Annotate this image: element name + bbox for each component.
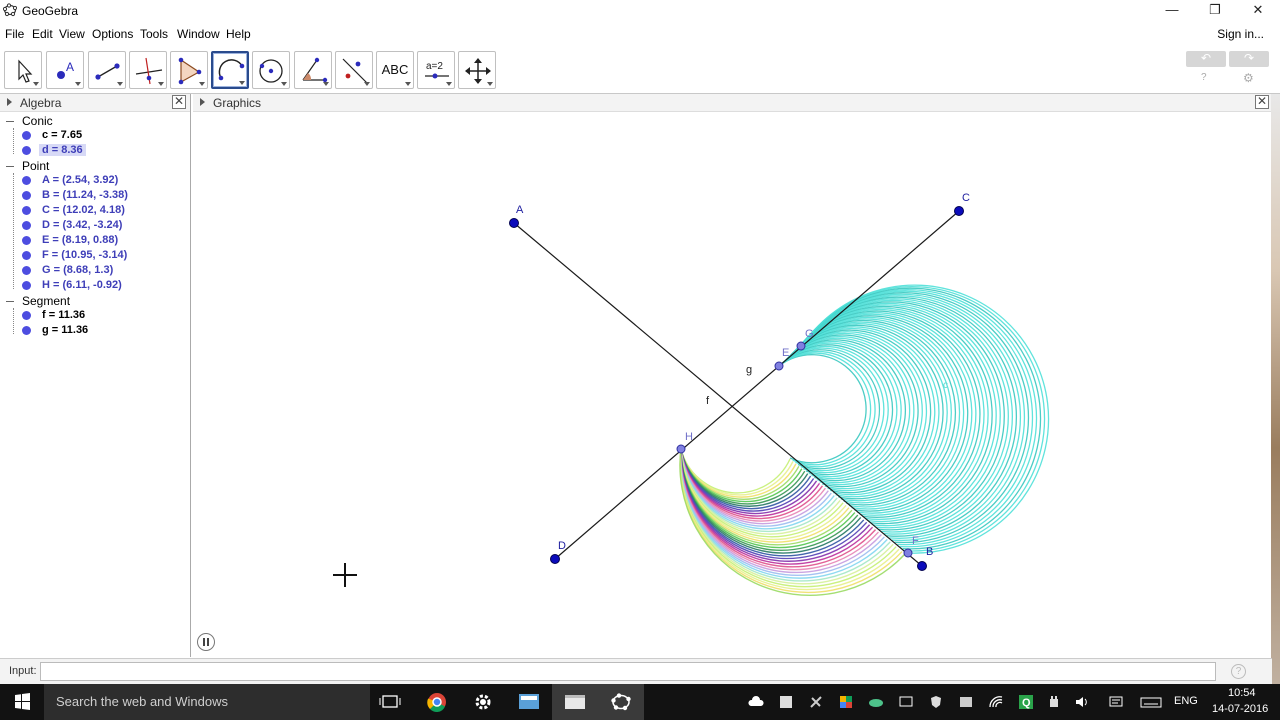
group-conic[interactable]: Conic — [6, 114, 53, 128]
move-tool-button[interactable] — [4, 51, 42, 89]
restore-button[interactable]: ❐ — [1193, 0, 1237, 22]
graphics-title: Graphics — [213, 96, 262, 110]
close-algebra-button[interactable]: ✕ — [172, 95, 186, 109]
visibility-dot-icon[interactable] — [22, 251, 31, 260]
menu-window[interactable]: Window — [177, 27, 220, 41]
reflect-tool-button[interactable] — [335, 51, 373, 89]
geogebra-taskbar-icon[interactable] — [598, 684, 644, 720]
settings-gear-icon[interactable] — [460, 684, 506, 720]
search-placeholder: Search the web and Windows — [56, 694, 228, 709]
pause-animation-button[interactable] — [197, 633, 215, 651]
tray-q-icon[interactable]: Q — [1018, 694, 1034, 710]
clock-date[interactable]: 14-07-2016 — [1212, 703, 1268, 715]
move-graphics-tool-button[interactable] — [458, 51, 496, 89]
tray-monitor-icon[interactable] — [898, 694, 914, 710]
visibility-dot-icon[interactable] — [22, 311, 31, 320]
tray-color-icon[interactable] — [838, 694, 854, 710]
slider-tool-label: a=2 — [426, 61, 443, 72]
group-point-label: Point — [22, 159, 50, 173]
text-tool-button[interactable]: ABC — [376, 51, 414, 89]
visibility-dot-icon[interactable] — [22, 131, 31, 140]
menu-bar: File Edit View Options Tools Window Help… — [0, 24, 1280, 44]
windows-taskbar: Search the web and Windows Q ENG 10:54 1… — [0, 684, 1280, 720]
polygon-tool-button[interactable] — [170, 51, 208, 89]
tray-gamepad-icon[interactable] — [868, 694, 884, 710]
circular-arc-tool-button[interactable] — [211, 51, 249, 89]
visibility-dot-icon[interactable] — [22, 236, 31, 245]
input-field[interactable] — [40, 662, 1216, 681]
windows-start-button[interactable] — [0, 684, 44, 720]
circular-arc-icon — [218, 59, 245, 81]
menu-file[interactable]: File — [5, 27, 24, 41]
geogebra-logo-icon — [3, 3, 17, 17]
wifi-icon[interactable] — [988, 694, 1004, 710]
sign-in-link[interactable]: Sign in... — [1217, 27, 1264, 41]
tray-tool-icon[interactable] — [808, 694, 824, 710]
toolbar: A ABC a=2 ↶ ↷ ? ⚙ — [0, 46, 1280, 94]
point-tool-button[interactable]: A — [46, 51, 84, 89]
input-label: Input: — [9, 665, 37, 677]
circle-tool-button[interactable] — [252, 51, 290, 89]
input-bar: Input: ? — [0, 658, 1272, 684]
text-tool-label: ABC — [381, 62, 409, 77]
cloud-icon[interactable] — [748, 694, 764, 710]
tray-image-icon[interactable] — [958, 694, 974, 710]
undo-button[interactable]: ↶ — [1186, 51, 1226, 67]
group-point[interactable]: Point — [6, 159, 49, 173]
gear-icon[interactable]: ⚙ — [1243, 71, 1254, 85]
close-window-button[interactable]: ✕ — [1236, 0, 1280, 22]
help-icon[interactable]: ? — [1201, 72, 1207, 83]
visibility-dot-icon[interactable] — [22, 146, 31, 155]
task-view-icon[interactable] — [368, 684, 414, 720]
menu-options[interactable]: Options — [92, 27, 133, 41]
visibility-dot-icon[interactable] — [22, 326, 31, 335]
input-help-icon[interactable]: ? — [1231, 664, 1246, 679]
volume-icon[interactable] — [1074, 694, 1090, 710]
graphics-header: Graphics ✕ — [193, 94, 1271, 112]
language-indicator[interactable]: ENG — [1174, 695, 1198, 707]
menu-edit[interactable]: Edit — [32, 27, 53, 41]
slider-tool-button[interactable]: a=2 — [417, 51, 455, 89]
visibility-dot-icon[interactable] — [22, 191, 31, 200]
power-plug-icon[interactable] — [1046, 694, 1062, 710]
clock-time[interactable]: 10:54 — [1228, 687, 1256, 699]
visibility-dot-icon[interactable] — [22, 281, 31, 290]
screen-recorder-icon[interactable] — [506, 684, 552, 720]
angle-tool-button[interactable] — [294, 51, 332, 89]
geogebra-window: GeoGebra — ❐ ✕ File Edit View Options To… — [0, 0, 1280, 720]
algebra-title: Algebra — [20, 96, 62, 110]
group-segment-label: Segment — [22, 294, 71, 308]
redo-button[interactable]: ↷ — [1229, 51, 1269, 67]
chrome-icon[interactable] — [414, 684, 460, 720]
visibility-dot-icon[interactable] — [22, 206, 31, 215]
taskbar-search-box[interactable]: Search the web and Windows — [44, 684, 370, 720]
minimize-button[interactable]: — — [1150, 0, 1194, 22]
visibility-dot-icon[interactable] — [22, 221, 31, 230]
expand-arrow-icon[interactable] — [7, 98, 12, 106]
keyboard-icon[interactable] — [1140, 694, 1162, 710]
perpendicular-line-tool-button[interactable] — [129, 51, 167, 89]
algebra-view: Algebra ✕ Conic c = 7.65 d = 8.36 Point … — [0, 94, 191, 657]
svg-text:Q: Q — [1022, 697, 1031, 709]
background-window-edge — [1271, 94, 1280, 684]
svg-text:A: A — [66, 60, 74, 74]
expand-arrow-icon[interactable] — [200, 98, 205, 106]
tray-security-icon[interactable] — [928, 694, 944, 710]
action-center-icon[interactable] — [1108, 694, 1124, 710]
window-title: GeoGebra — [22, 4, 79, 18]
menu-tools[interactable]: Tools — [140, 27, 168, 41]
visibility-dot-icon[interactable] — [22, 266, 31, 275]
algebra-header: Algebra ✕ — [0, 94, 190, 112]
title-bar: GeoGebra — ❐ ✕ — [0, 0, 1280, 22]
line-tool-button[interactable] — [88, 51, 126, 89]
close-graphics-button[interactable]: ✕ — [1255, 95, 1269, 109]
tray-app-icon[interactable] — [778, 694, 794, 710]
menu-view[interactable]: View — [59, 27, 85, 41]
crosshair-cursor-icon — [333, 563, 357, 587]
file-explorer-icon[interactable] — [552, 684, 598, 720]
visibility-dot-icon[interactable] — [22, 176, 31, 185]
group-conic-label: Conic — [22, 114, 53, 128]
group-segment[interactable]: Segment — [6, 294, 70, 308]
menu-help[interactable]: Help — [226, 27, 251, 41]
